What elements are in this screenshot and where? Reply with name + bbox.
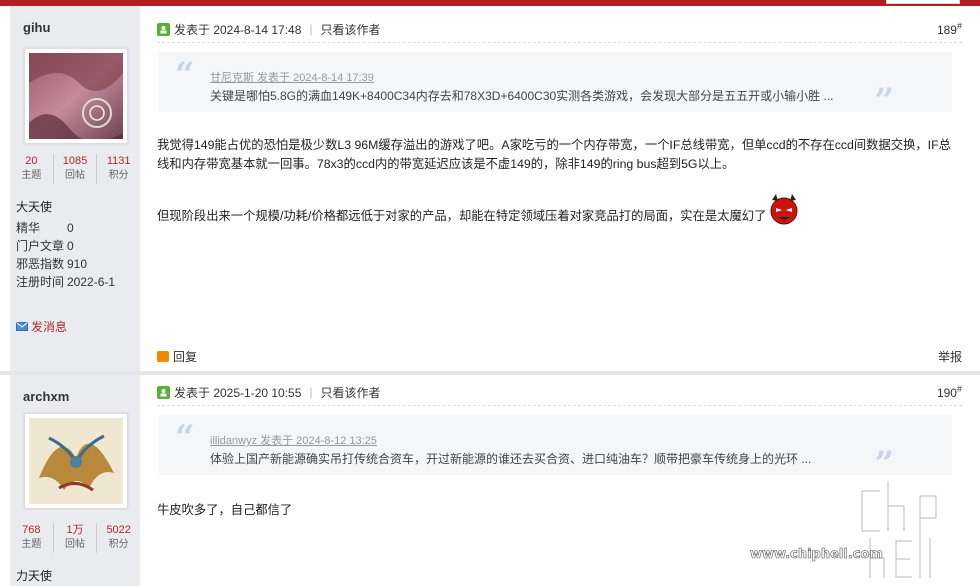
info-value: 910 — [67, 257, 88, 271]
user-group[interactable]: 大天使 — [16, 198, 52, 215]
info-row: 邪恶指数 910 — [16, 255, 115, 273]
post-footer: 回复 举报 — [157, 348, 962, 365]
info-key: 邪恶指数 — [16, 257, 65, 271]
stat-value: 20 — [25, 155, 38, 167]
quote-open-icon: “ — [175, 55, 195, 95]
author-name[interactable]: gihu — [23, 20, 50, 35]
quote-author-link[interactable]: 甘尼克斯 发表于 2024-8-14 17:39 — [210, 69, 374, 85]
info-value: 2022-6-1 — [67, 275, 116, 289]
header-divider — [157, 42, 962, 43]
only-author-link[interactable]: 只看该作者 — [321, 21, 381, 38]
stat-label: 积分 — [108, 539, 129, 550]
top-search-box[interactable] — [886, 0, 960, 4]
floor-number[interactable]: 189# — [937, 21, 962, 37]
avatar[interactable] — [24, 48, 128, 144]
stat-value: 1131 — [106, 155, 131, 167]
floor-number[interactable]: 190# — [937, 384, 962, 400]
quote-text: 关键是哪怕5.8G的满血149K+8400C34内存去和78X3D+6400C3… — [210, 89, 834, 103]
avatar-image — [29, 418, 123, 504]
quote-block: “ illidanwyz 发表于 2024-8-12 13:25 体验上国产新能… — [159, 415, 952, 481]
post-time: 发表于 2025-1-20 10:55 — [174, 385, 302, 400]
forum-post: gihu 20 主题 1085 回帖 1131 积分 大天使 精华 0 门户文章 0 邪恶… — [0, 6, 980, 371]
post-content: 发表于 2024-8-14 17:48 | 只看该作者 189# “ 甘尼克斯 … — [157, 6, 962, 371]
post-paragraph: 但现阶段出来一个规模/功耗/价格都远低于对家的产品，却能在特定领域压着对家竞品打… — [157, 192, 962, 226]
avatar[interactable] — [24, 413, 128, 509]
author-name[interactable]: archxm — [23, 389, 69, 404]
info-key: 门户文章 — [16, 239, 65, 253]
avatar-image — [29, 53, 123, 139]
envelope-icon — [16, 322, 28, 331]
quote-open-icon: “ — [175, 418, 195, 458]
report-button[interactable]: 举报 — [938, 348, 962, 365]
stat-value: 768 — [22, 524, 41, 536]
floor-sup: # — [956, 21, 962, 31]
stat-replies[interactable]: 1万回帖 — [54, 523, 98, 553]
stat-threads[interactable]: 20 主题 — [10, 154, 54, 184]
floor-value: 189 — [936, 23, 957, 37]
post-header: 发表于 2024-8-14 17:48 | 只看该作者 189# — [157, 18, 962, 40]
stat-threads[interactable]: 768 主题 — [10, 523, 54, 553]
reply-icon — [157, 351, 169, 362]
send-message-link[interactable]: 发消息 — [16, 318, 67, 335]
stat-value: 5022 — [106, 524, 131, 536]
quote-author-link[interactable]: illidanwyz 发表于 2024-8-12 13:25 — [210, 432, 377, 448]
divider: | — [309, 385, 313, 399]
floor-sup: # — [956, 384, 962, 394]
user-stats: 20 主题 1085 回帖 1131 积分 — [10, 154, 140, 184]
info-key: 精华 — [16, 221, 41, 235]
post-paragraph-text: 但现阶段出来一个规模/功耗/价格都远低于对家的产品，却能在特定领域压着对家竞品打… — [157, 209, 767, 223]
author-sidebar: archxm 768 主题 1万回帖 5022 积分 力天使 — [10, 375, 140, 586]
header-divider — [157, 405, 962, 406]
info-value: 0 — [67, 239, 74, 253]
stat-label: 积分 — [108, 170, 129, 181]
author-sidebar: gihu 20 主题 1085 回帖 1131 积分 大天使 精华 0 门户文章 0 邪恶… — [10, 6, 140, 371]
user-stats: 768 主题 1万回帖 5022 积分 — [10, 523, 140, 553]
quote-close-icon: ” — [874, 81, 894, 121]
stat-label: 回帖 — [65, 170, 85, 181]
online-status-icon — [157, 22, 170, 36]
info-value: 0 — [67, 221, 74, 235]
only-author-link[interactable]: 只看该作者 — [321, 384, 381, 401]
quote-block: “ 甘尼克斯 发表于 2024-8-14 17:39 关键是哪怕5.8G的满血1… — [159, 52, 952, 118]
forum-post: archxm 768 主题 1万回帖 5022 积分 力天使 发表于 2025-1-… — [0, 375, 980, 586]
chiphell-watermark-logo: www.chiphell.com — [750, 481, 938, 579]
stat-value: 1085 — [62, 155, 88, 167]
post-time: 发表于 2024-8-14 17:48 — [174, 22, 302, 37]
user-group[interactable]: 力天使 — [16, 567, 52, 584]
reply-button[interactable]: 回复 — [157, 348, 197, 365]
stat-value: 1万 — [66, 524, 84, 536]
info-row: 注册时间 2022-6-1 — [16, 273, 115, 291]
stat-label: 回帖 — [65, 539, 85, 550]
stat-label: 主题 — [21, 170, 42, 181]
send-message-label: 发消息 — [31, 320, 68, 334]
post-header: 发表于 2025-1-20 10:55 | 只看该作者 190# — [157, 381, 962, 403]
stat-replies[interactable]: 1085 回帖 — [54, 154, 98, 184]
floor-value: 190 — [936, 386, 957, 400]
stat-label: 主题 — [21, 539, 42, 550]
post-body: 我觉得149能占优的恐怕是极少数L3 96M缓存溢出的游戏了吧。A家吃亏的一个内… — [157, 136, 962, 244]
reply-label: 回复 — [173, 350, 198, 364]
devil-emoji-icon — [770, 194, 798, 225]
user-info: 精华 0 门户文章 0 邪恶指数 910 注册时间 2022-6-1 — [16, 219, 115, 291]
info-row: 门户文章 0 — [16, 237, 115, 255]
divider: | — [309, 22, 313, 36]
info-row: 精华 0 — [16, 219, 115, 237]
stat-points[interactable]: 1131 积分 — [97, 154, 140, 184]
online-status-icon — [157, 385, 170, 399]
quote-text: 体验上国产新能源确实吊打传统合资车，开过新能源的谁还去买合资、进口纯油车？顺带把… — [210, 452, 812, 466]
stat-points[interactable]: 5022 积分 — [97, 523, 140, 553]
info-key: 注册时间 — [16, 275, 65, 289]
watermark-url: www.chiphell.com — [750, 547, 883, 562]
post-paragraph: 我觉得149能占优的恐怕是极少数L3 96M缓存溢出的游戏了吧。A家吃亏的一个内… — [157, 138, 951, 171]
